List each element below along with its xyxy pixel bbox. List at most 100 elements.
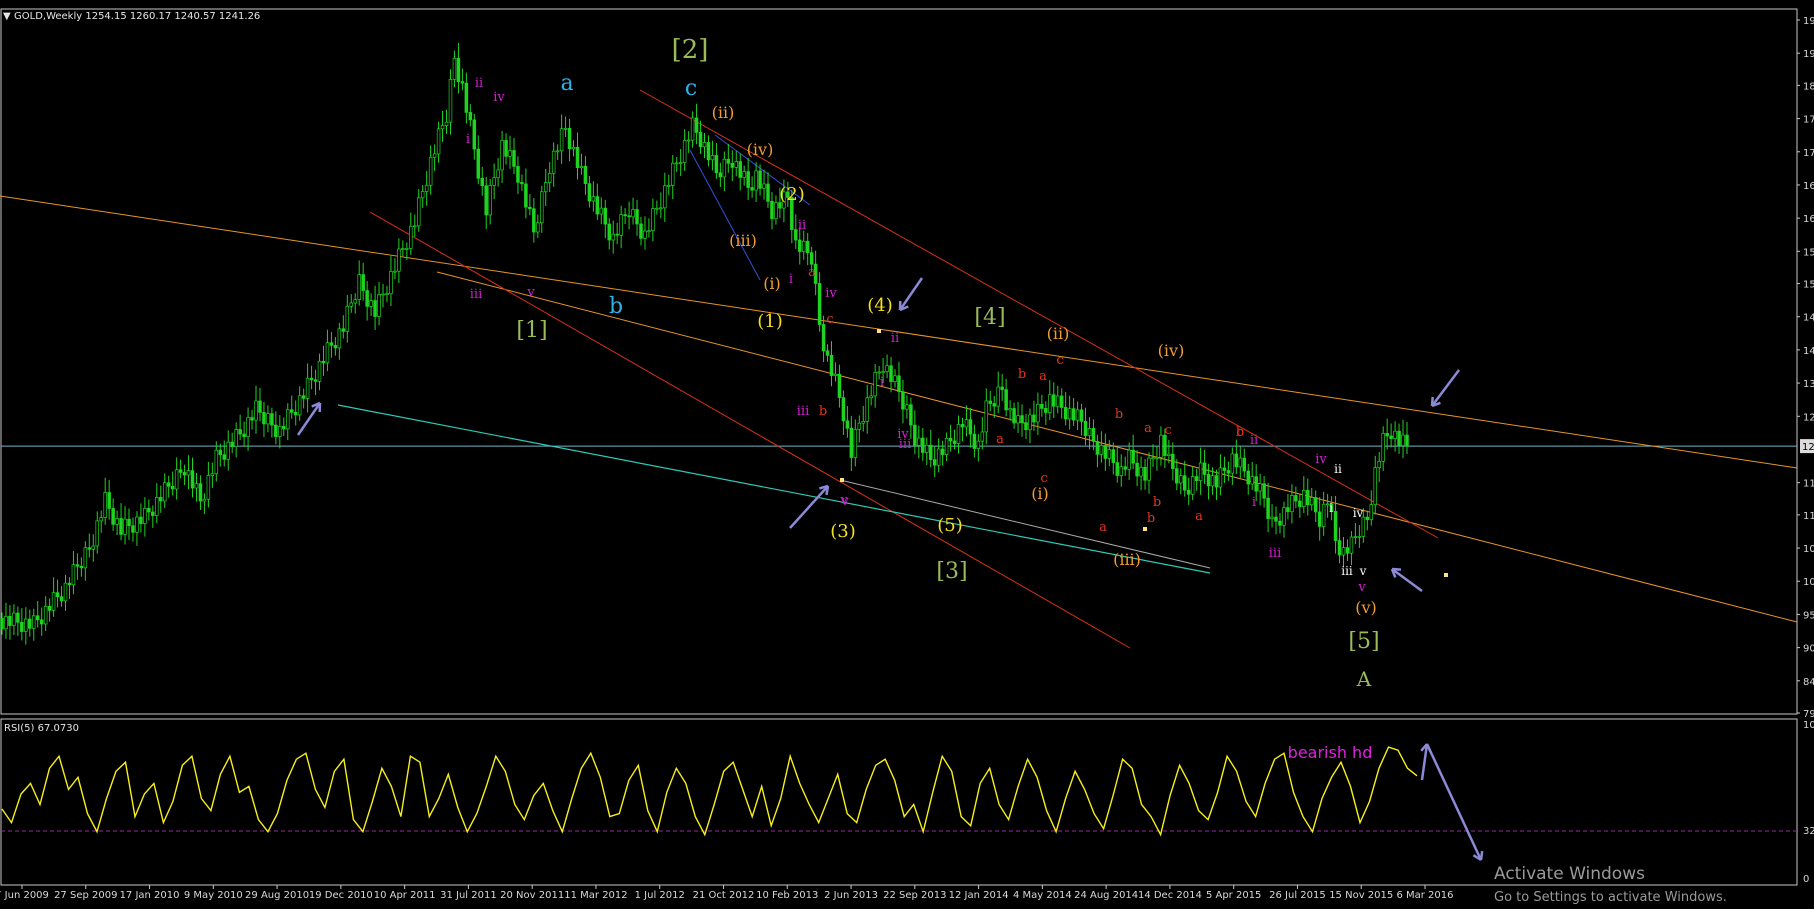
candle-body <box>960 424 965 428</box>
candle-body <box>928 444 933 460</box>
wave-label: ii <box>475 76 483 91</box>
candle-body <box>738 161 742 178</box>
y-tick-label: 1516.06 <box>1803 280 1814 291</box>
header-dropdown-icon[interactable]: ▼ <box>3 11 11 22</box>
candle-body <box>647 230 651 233</box>
candle-body <box>1294 495 1298 502</box>
candle-body <box>1286 507 1290 513</box>
candle-body <box>1008 408 1012 411</box>
candle-body <box>873 371 877 397</box>
wave-label: (v) <box>1355 598 1377 617</box>
candle-body <box>440 125 445 130</box>
candle-body <box>794 229 798 241</box>
candle-body <box>639 223 643 239</box>
candle-body <box>913 424 917 446</box>
wave-label: c <box>1236 425 1243 440</box>
candle-body <box>468 112 473 121</box>
candle-body <box>1163 434 1167 456</box>
candle-body <box>198 483 203 502</box>
candle-body <box>905 404 909 410</box>
candle-body <box>520 181 524 185</box>
candle-body <box>286 409 290 430</box>
candle-body <box>1083 420 1088 437</box>
wave-label: iv <box>825 286 837 301</box>
y-tick-label: 1179.48 <box>1803 479 1814 490</box>
wave-label: a <box>560 71 573 96</box>
wave-label: [2] <box>672 35 709 65</box>
candle-body <box>162 482 167 502</box>
candle-body <box>877 371 881 374</box>
candle-body <box>1115 462 1120 476</box>
candle-body <box>567 128 572 150</box>
candle-body <box>1357 535 1362 538</box>
candle-body <box>1306 490 1310 506</box>
candle-body <box>881 371 885 373</box>
candle-body <box>1099 445 1104 455</box>
candle-body <box>1135 462 1139 477</box>
candle-body <box>297 395 302 416</box>
wave-label: (5) <box>937 515 963 536</box>
candle-body <box>774 202 778 220</box>
candle-body <box>663 185 667 209</box>
candle-body <box>1242 457 1247 472</box>
candle-body <box>258 400 262 413</box>
x-tick-label: 12 Jan 2014 <box>949 890 1009 901</box>
candle-body <box>385 293 389 295</box>
candle-body <box>24 618 28 632</box>
candle-body <box>1119 466 1123 476</box>
wave-label: v <box>840 494 849 509</box>
candle-body <box>389 271 393 294</box>
candle-body <box>651 208 655 232</box>
candle-body <box>488 185 492 216</box>
candle-body <box>1155 457 1159 459</box>
candle-body <box>1202 462 1207 475</box>
candle-body <box>678 162 683 164</box>
x-tick-label: 31 Jul 2011 <box>440 890 497 901</box>
wave-label: b <box>1018 367 1026 382</box>
candle-body <box>619 214 623 236</box>
candle-body <box>583 165 588 184</box>
candle-body <box>976 440 981 449</box>
wave-label: iii <box>797 404 809 419</box>
candle-body <box>1151 457 1155 460</box>
candle-body <box>448 79 453 123</box>
candle-body <box>329 342 334 346</box>
candle-body <box>1186 489 1191 495</box>
candle-body <box>43 605 48 625</box>
x-tick-label: 19 Dec 2010 <box>309 890 373 901</box>
y-tick-label: 1794.93 <box>1803 115 1814 126</box>
candle-body <box>770 201 774 220</box>
candle-body <box>1139 466 1143 477</box>
candle-body <box>508 150 512 157</box>
candle-body <box>1345 547 1350 554</box>
rsi-level-label: 0 <box>1803 874 1809 885</box>
candle-body <box>377 293 381 317</box>
candle-body <box>1254 476 1258 492</box>
candle-body <box>563 128 568 130</box>
candle-body <box>63 582 68 602</box>
candle-body <box>1353 536 1358 538</box>
candle-body <box>1274 516 1278 522</box>
candle-body <box>821 324 826 352</box>
candle-body <box>1298 500 1302 507</box>
candle-body <box>246 417 250 438</box>
candle-body <box>659 207 663 210</box>
candle-body <box>889 365 893 383</box>
x-tick-label: 26 Jul 2015 <box>1269 890 1326 901</box>
candle-body <box>226 441 230 460</box>
candle-body <box>1369 504 1374 521</box>
candle-body <box>750 187 754 191</box>
candle-body <box>1389 435 1393 439</box>
candle-body <box>123 518 127 535</box>
candle-body <box>432 153 437 158</box>
x-tick-label: 15 Nov 2015 <box>1329 890 1393 901</box>
candle-body <box>1270 516 1274 519</box>
candle-body <box>230 441 234 448</box>
candle-body <box>1365 516 1370 521</box>
x-tick-label: 1 Jul 2012 <box>635 890 685 901</box>
candle-body <box>32 615 36 629</box>
candle-body <box>242 433 246 438</box>
candle-body <box>1036 403 1040 423</box>
wave-label: a <box>1099 520 1107 535</box>
candle-body <box>1266 497 1270 519</box>
